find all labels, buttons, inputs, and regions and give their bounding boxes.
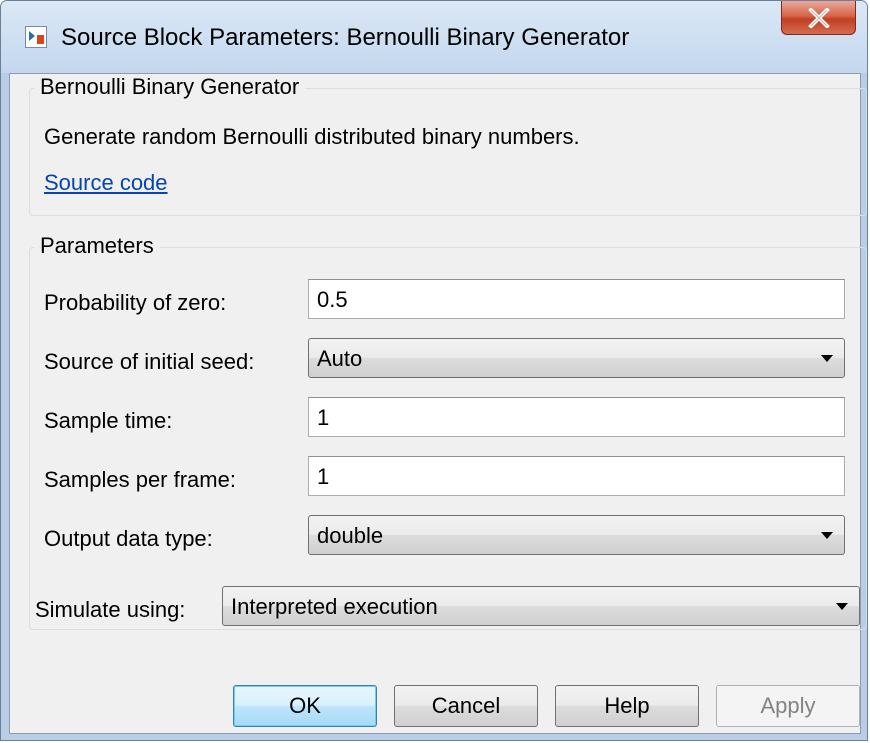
simulate-using-value: Interpreted execution [231,594,438,619]
simulink-block-icon [25,26,47,48]
source-of-initial-seed-label: Source of initial seed: [44,349,255,374]
chevron-down-icon [821,532,833,539]
chevron-down-icon [821,355,833,362]
ok-button[interactable]: OK [233,685,377,727]
source-of-initial-seed-value: Auto [317,346,363,371]
dialog-client-area: Bernoulli Binary Generator Generate rand… [9,73,867,734]
dialog-window: Source Block Parameters: Bernoulli Binar… [0,0,868,741]
simulate-using-label: Simulate using: [35,597,186,622]
output-data-type-value: double [317,523,384,548]
samples-per-frame-label: Samples per frame: [44,467,236,492]
chevron-down-icon [836,603,848,610]
simulate-using-dropdown[interactable]: Interpreted execution [222,586,860,626]
window-title: Source Block Parameters: Bernoulli Binar… [61,24,630,51]
description-groupbox [29,88,867,216]
source-code-link[interactable]: Source code [44,170,168,196]
close-x-icon [808,8,830,28]
sample-time-input[interactable]: 1 [308,397,845,437]
cancel-button[interactable]: Cancel [394,685,538,727]
apply-button[interactable]: Apply [716,685,860,727]
close-button[interactable] [781,1,856,35]
output-data-type-label: Output data type: [44,526,213,551]
description-group-label: Bernoulli Binary Generator [34,74,306,100]
help-button[interactable]: Help [555,685,699,727]
source-of-initial-seed-dropdown[interactable]: Auto [308,338,845,378]
probability-of-zero-label: Probability of zero: [44,290,227,315]
parameters-group-label: Parameters [34,233,160,259]
title-bar[interactable]: Source Block Parameters: Bernoulli Binar… [1,1,867,73]
block-description: Generate random Bernoulli distributed bi… [44,124,580,149]
output-data-type-dropdown[interactable]: double [308,515,845,555]
probability-of-zero-input[interactable]: 0.5 [308,279,845,319]
samples-per-frame-input[interactable]: 1 [308,456,845,496]
sample-time-label: Sample time: [44,408,173,433]
